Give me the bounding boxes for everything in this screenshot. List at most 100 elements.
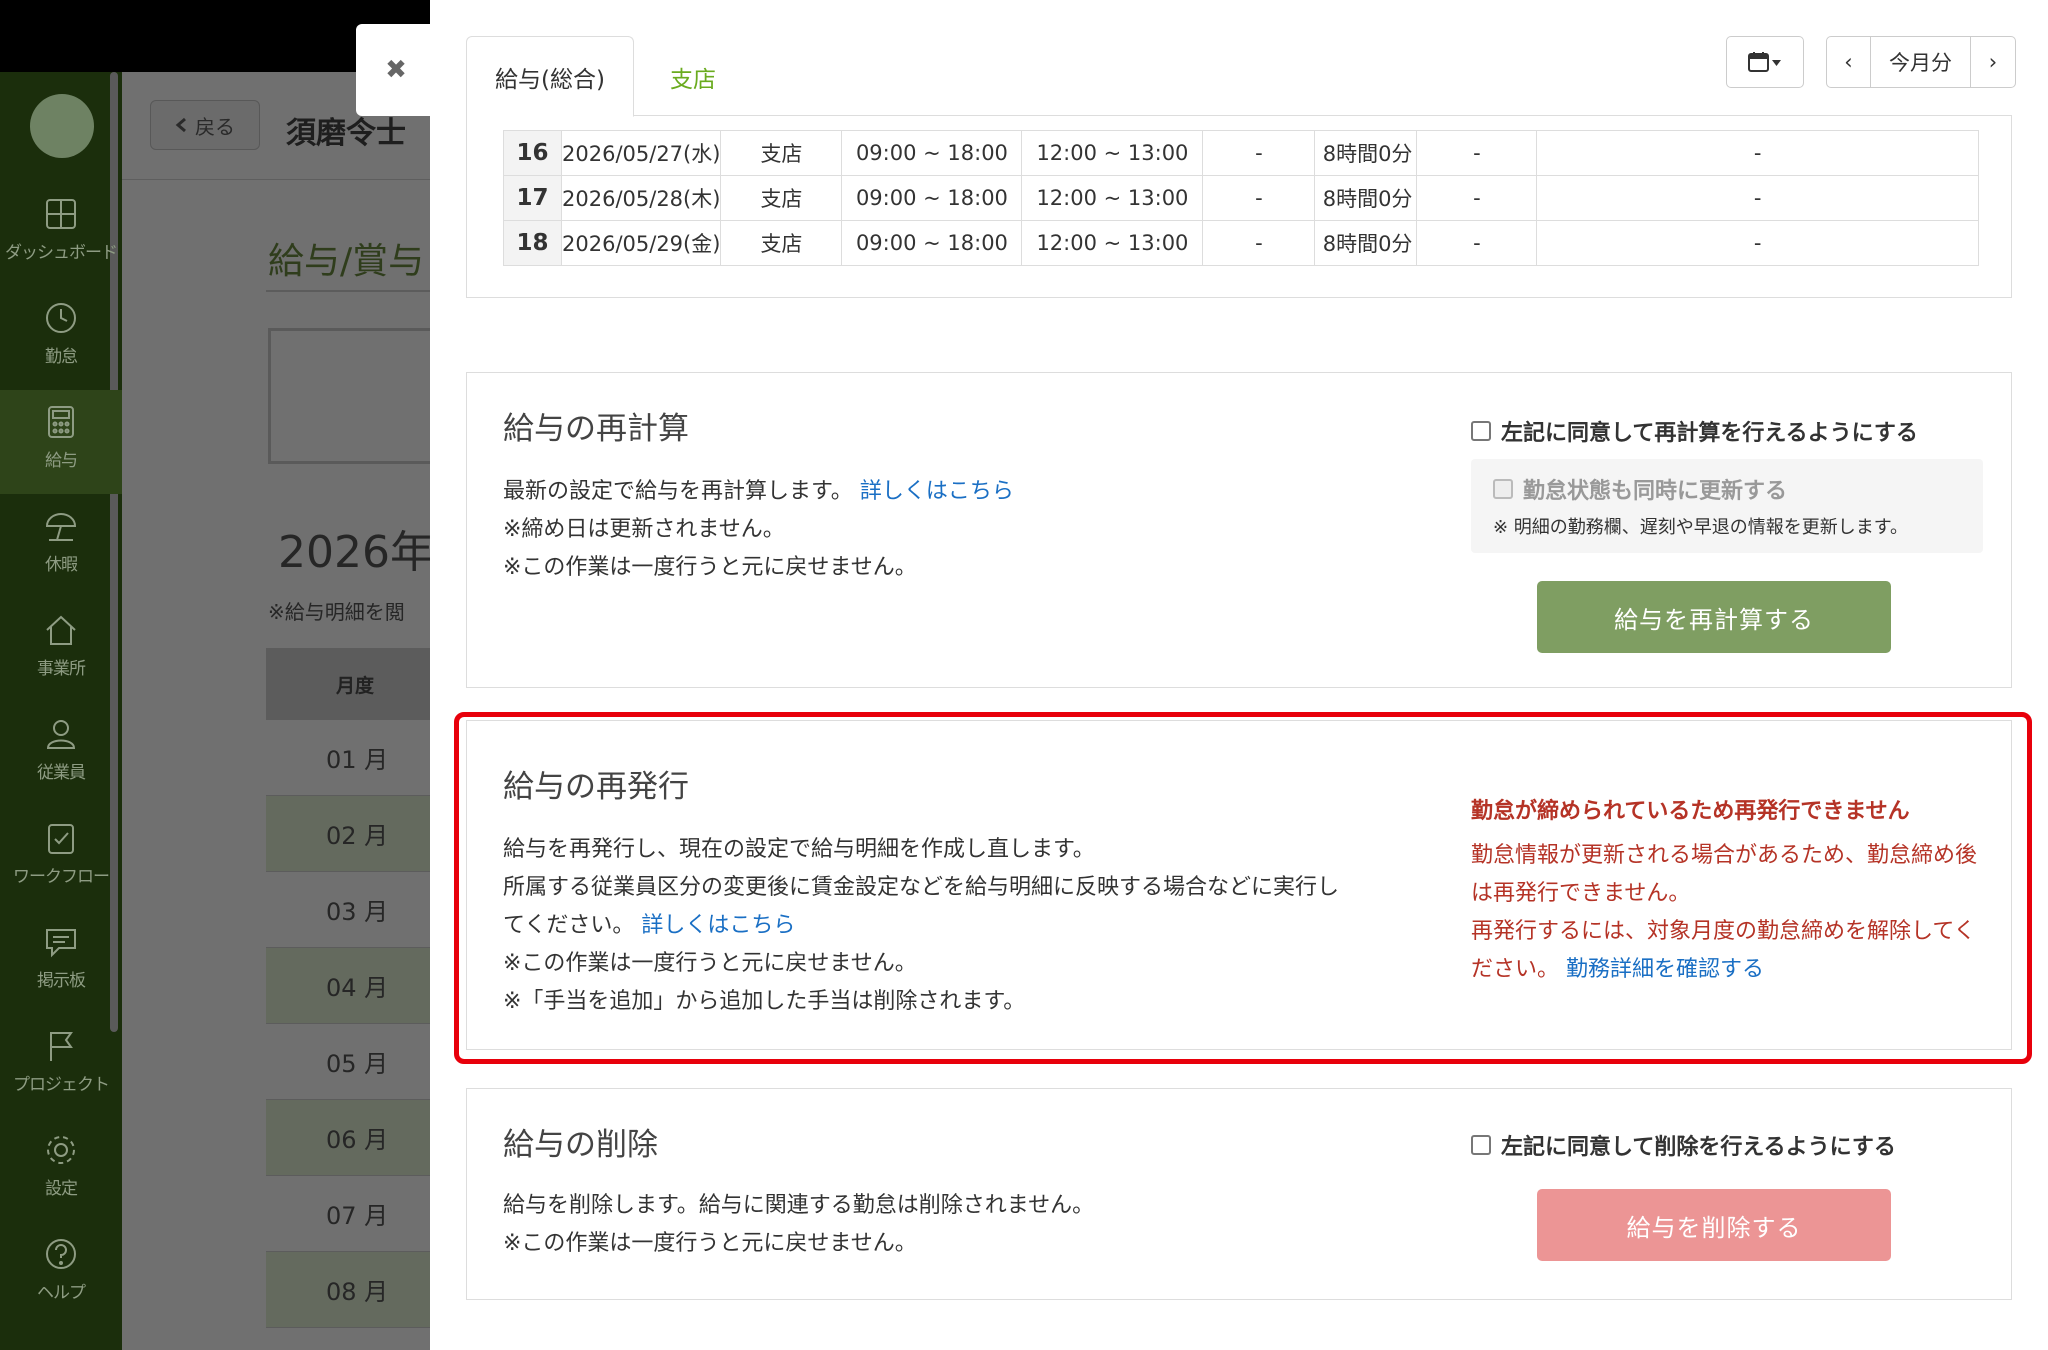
dashboard-icon <box>43 196 79 232</box>
sidebar-item-office[interactable]: 事業所 <box>0 598 122 702</box>
table-row[interactable]: 08 月 <box>266 1252 446 1328</box>
table-row[interactable]: 02 月 <box>266 796 446 872</box>
table-row[interactable]: 05 月 <box>266 1024 446 1100</box>
sidebar-item-label: 休暇 <box>45 555 78 575</box>
date-cell: 2026/05/27(水) <box>560 130 722 176</box>
sidebar-item-project[interactable]: プロジェクト <box>0 1014 122 1118</box>
sidebar-item-label: 設定 <box>45 1179 78 1199</box>
hours-cell: 8時間0分 <box>1314 130 1418 176</box>
sidebar-item-workflow[interactable]: ワークフロー <box>0 806 122 910</box>
break-time-cell: 12:00 ~ 13:00 <box>1021 175 1204 221</box>
umbrella-icon <box>43 508 79 544</box>
value-cell: - <box>1202 175 1316 221</box>
recalc-section: 給与の再計算 最新の設定で給与を再計算します。 詳しくはこちら ※締め日は更新さ… <box>466 372 2012 688</box>
sidebar-item-label: 従業員 <box>37 763 86 783</box>
clock-icon <box>43 300 79 336</box>
recalc-warning: ※締め日は更新されません。 <box>503 517 785 542</box>
recalc-desc-text: 最新の設定で給与を再計算します。 <box>503 479 853 504</box>
value-cell: - <box>1536 130 1979 176</box>
delete-agree-checkbox[interactable]: 左記に同意して削除を行えるようにする <box>1471 1129 1896 1161</box>
prev-month-button[interactable]: ‹ <box>1827 37 1871 87</box>
value-cell: - <box>1536 220 1979 266</box>
chevron-left-icon <box>175 117 187 133</box>
month-label[interactable]: 今月分 <box>1871 37 1971 87</box>
sidebar: ダッシュボード 勤怠 給与 休暇 事業所 従業員 ワークフロー 掲示板 プロジェ… <box>0 72 122 1350</box>
value-cell: - <box>1202 130 1316 176</box>
value-cell: - <box>1202 220 1316 266</box>
sidebar-item-employees[interactable]: 従業員 <box>0 702 122 806</box>
checkbox-box[interactable] <box>1471 1135 1491 1155</box>
sidebar-item-help[interactable]: ヘルプ <box>0 1222 122 1326</box>
tab-branch[interactable]: 支店 <box>642 36 744 117</box>
sidebar-item-label: 掲示板 <box>37 971 86 991</box>
delete-title: 給与の削除 <box>503 1127 658 1163</box>
table-header: 月度 <box>266 648 446 720</box>
work-time-cell: 09:00 ~ 18:00 <box>841 130 1023 176</box>
delete-agree-label: 左記に同意して削除を行えるようにする <box>1501 1135 1896 1160</box>
update-attendance-checkbox[interactable]: 勤怠状態も同時に更新する <box>1493 473 1787 505</box>
gear-icon <box>43 1132 79 1168</box>
work-time-cell: 09:00 ~ 18:00 <box>841 220 1023 266</box>
branch-cell: 支店 <box>720 175 843 221</box>
tab-payroll-total[interactable]: 給与(総合) <box>466 36 634 117</box>
avatar[interactable] <box>30 94 94 158</box>
checkbox-box[interactable] <box>1471 421 1491 441</box>
sidebar-item-settings[interactable]: 設定 <box>0 1118 122 1222</box>
page-title: 給与/賞与 <box>268 241 425 282</box>
chat-icon <box>43 924 79 960</box>
recalc-desc: 最新の設定で給与を再計算します。 詳しくはこちら <box>503 473 1014 511</box>
table-row[interactable]: 03 月 <box>266 872 446 948</box>
value-cell: - <box>1416 175 1538 221</box>
sidebar-item-label: 勤怠 <box>45 347 78 367</box>
close-button[interactable]: ✖ <box>356 24 436 116</box>
table-row: 16 2026/05/27(水) 支店 09:00 ~ 18:00 12:00 … <box>503 130 1979 176</box>
sidebar-item-attendance[interactable]: 勤怠 <box>0 286 122 390</box>
month-navigator: ‹ 今月分 › <box>1826 36 2016 88</box>
hours-cell: 8時間0分 <box>1314 175 1418 221</box>
sidebar-item-board[interactable]: 掲示板 <box>0 910 122 1014</box>
payroll-modal: 給与(総合) 支店 ‹ 今月分 › 16 2026/05/27(水) 支店 09… <box>430 0 2048 1350</box>
table-row[interactable]: 01 月 <box>266 720 446 796</box>
branch-cell: 支店 <box>720 220 843 266</box>
recalc-agree-label: 左記に同意して再計算を行えるようにする <box>1501 421 1918 446</box>
sidebar-item-label: ヘルプ <box>37 1283 86 1303</box>
recalc-button[interactable]: 給与を再計算する <box>1537 581 1891 653</box>
recalc-details-link[interactable]: 詳しくはこちら <box>860 479 1014 504</box>
update-attendance-note: ※ 明細の勤務欄、遅刻や早退の情報を更新します。 <box>1493 517 1909 538</box>
sidebar-item-dashboard[interactable]: ダッシュボード <box>0 182 122 286</box>
table-row[interactable]: 04 月 <box>266 948 446 1024</box>
day-cell: 16 <box>503 130 562 176</box>
value-cell: - <box>1416 130 1538 176</box>
checkbox-box[interactable] <box>1493 479 1513 499</box>
sidebar-item-label: 事業所 <box>37 659 86 679</box>
break-time-cell: 12:00 ~ 13:00 <box>1021 220 1204 266</box>
work-time-cell: 09:00 ~ 18:00 <box>841 175 1023 221</box>
sidebar-item-label: ワークフロー <box>13 867 110 887</box>
next-month-button[interactable]: › <box>1971 37 2015 87</box>
hours-cell: 8時間0分 <box>1314 220 1418 266</box>
branch-cell: 支店 <box>720 130 843 176</box>
recalc-title: 給与の再計算 <box>503 411 689 447</box>
sidebar-item-payroll[interactable]: 給与 <box>0 390 122 494</box>
update-attendance-label: 勤怠状態も同時に更新する <box>1523 479 1788 504</box>
delete-section: 給与の削除 給与を削除します。給与に関連する勤怠は削除されません。 ※この作業は… <box>466 1088 2012 1300</box>
back-button[interactable]: 戻る <box>150 100 260 150</box>
delete-button[interactable]: 給与を削除する <box>1537 1189 1891 1261</box>
sidebar-item-label: ダッシュボード <box>5 243 118 263</box>
break-time-cell: 12:00 ~ 13:00 <box>1021 130 1204 176</box>
table-row[interactable]: 06 月 <box>266 1100 446 1176</box>
day-cell: 17 <box>503 175 562 221</box>
recalc-agree-checkbox[interactable]: 左記に同意して再計算を行えるようにする <box>1471 415 1918 447</box>
recalc-options-box: 勤怠状態も同時に更新する ※ 明細の勤務欄、遅刻や早退の情報を更新します。 <box>1471 459 1983 553</box>
sidebar-item-leave[interactable]: 休暇 <box>0 494 122 598</box>
close-icon: ✖ <box>385 55 407 85</box>
date-cell: 2026/05/29(金) <box>560 220 722 266</box>
sidebar-item-label: プロジェクト <box>13 1075 110 1095</box>
day-cell: 18 <box>503 220 562 266</box>
flag-icon <box>43 1028 79 1064</box>
delete-warning: ※この作業は一度行うと元に戻せません。 <box>503 1231 917 1256</box>
calendar-dropdown-button[interactable] <box>1726 36 1804 88</box>
calculator-icon <box>43 404 79 440</box>
highlight-frame <box>454 712 2032 1064</box>
table-row[interactable]: 07 月 <box>266 1176 446 1252</box>
